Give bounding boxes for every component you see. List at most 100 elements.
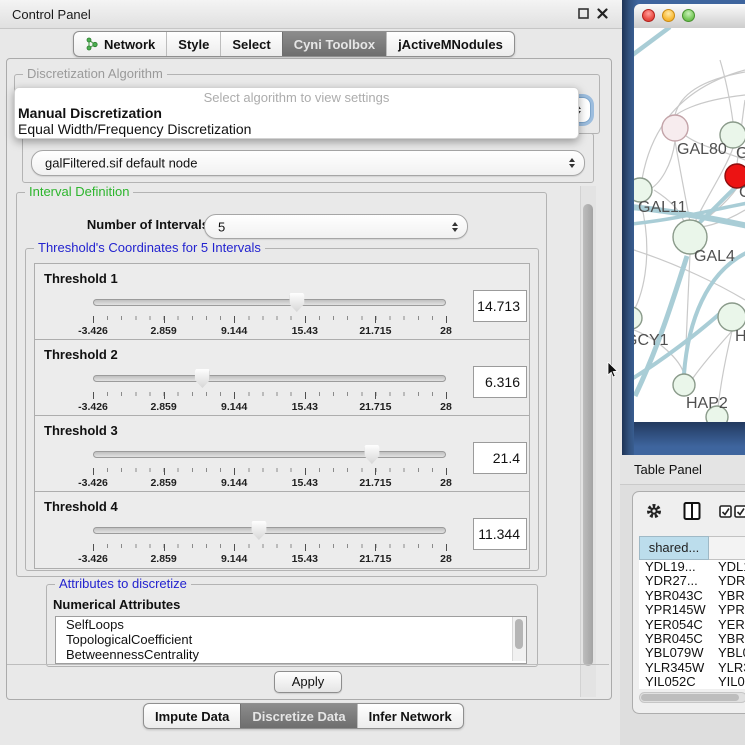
tab-discretize-data[interactable]: Discretize Data — [240, 704, 356, 728]
threshold-3-slider[interactable]: -3.4262.8599.14415.4321.71528 — [93, 444, 446, 490]
tab-network[interactable]: Network — [74, 32, 166, 56]
control-panel-titlebar: Control Panel — [0, 0, 622, 29]
table-row[interactable]: YIL052CYIL0 — [639, 675, 745, 689]
threshold-1-label: Threshold 1 — [44, 271, 118, 286]
label-gcy1: GCY1 — [634, 332, 669, 349]
threshold-3-slider-track[interactable] — [93, 451, 446, 458]
threshold-4-tick-marks — [93, 544, 447, 548]
table-row[interactable]: YDL19...YDL1 — [639, 560, 745, 574]
attributes-list-scrollbar[interactable] — [512, 617, 526, 661]
table-row[interactable]: YLR345WYLR3 — [639, 661, 745, 675]
tab-cyni-toolbox-label: Cyni Toolbox — [294, 37, 375, 52]
column-header-shared-name[interactable]: shared... — [639, 536, 709, 560]
tab-style-label: Style — [178, 37, 209, 52]
threshold-4-slider-thumb[interactable] — [251, 521, 266, 540]
tab-impute-data[interactable]: Impute Data — [144, 704, 240, 728]
threshold-3-slider-thumb[interactable] — [364, 445, 379, 464]
threshold-1-slider[interactable]: -3.4262.8599.14415.4321.71528 — [93, 292, 446, 338]
node-table-card: shared... n YDL19...YDL1 YDR27...YDR2 YB… — [632, 491, 745, 714]
network-window-frame-bottom — [634, 422, 745, 455]
table-horizontal-scrollbar-thumb[interactable] — [641, 694, 739, 701]
table-row[interactable]: YBR043CYBR0 — [639, 589, 745, 603]
attributes-list-scrollbar-thumb[interactable] — [515, 619, 523, 649]
threshold-3-panel: Threshold 3 -3.4262.8599.14415.4321.7152… — [34, 415, 530, 493]
gear-icon[interactable] — [645, 502, 663, 520]
settings-scrollbar[interactable] — [580, 186, 596, 697]
tab-network-label: Network — [104, 37, 155, 52]
table-data-combobox[interactable]: galFiltered.sif default node — [31, 150, 585, 176]
threshold-4-value-field[interactable] — [473, 518, 527, 550]
table-row[interactable]: YBR045CYBR0 — [639, 632, 745, 646]
list-item-selfloops[interactable]: SelfLoops — [56, 617, 526, 632]
algorithm-dropdown-popup: Select algorithm to view settings Manual… — [14, 87, 579, 139]
numerical-attributes-list[interactable]: SelfLoops TopologicalCoefficient Between… — [55, 616, 527, 664]
threshold-2-panel: Threshold 2 -3.4262.8599.14415.4321.7152… — [34, 339, 530, 417]
close-icon[interactable] — [597, 8, 608, 19]
threshold-2-slider-track[interactable] — [93, 375, 446, 382]
label-partial-h: H — [735, 328, 745, 345]
interval-definition-title: Interval Definition — [25, 185, 133, 199]
tab-infer-network-label: Infer Network — [369, 709, 452, 724]
network-window-titlebar — [634, 4, 745, 29]
threshold-1-panel: Threshold 1 -3.4262.8599.14415.4321.7152… — [34, 263, 530, 341]
close-traffic-light[interactable] — [642, 9, 655, 22]
popup-item-equal-width-frequency[interactable]: Equal Width/Frequency Discretization — [15, 121, 578, 137]
list-item-topologicalcoefficient[interactable]: TopologicalCoefficient — [56, 632, 526, 647]
threshold-2-value-field[interactable] — [473, 366, 527, 398]
label-gal80: GAL80 — [677, 141, 727, 158]
threshold-1-slider-track[interactable] — [93, 299, 446, 306]
numerical-attributes-label: Numerical Attributes — [53, 597, 180, 612]
panel-title: Control Panel — [12, 7, 91, 22]
apply-button[interactable]: Apply — [274, 671, 342, 693]
select-all-checkbox-icon[interactable] — [734, 505, 745, 518]
minimize-traffic-light[interactable] — [662, 9, 675, 22]
tab-jactivemnodules[interactable]: jActiveMNodules — [386, 32, 514, 56]
threshold-3-value-field[interactable] — [473, 442, 527, 474]
threshold-2-slider[interactable]: -3.4262.8599.14415.4321.71528 — [93, 368, 446, 414]
list-item-betweennesscentrality[interactable]: BetweennessCentrality — [56, 647, 526, 662]
tab-select[interactable]: Select — [220, 32, 281, 56]
node-pink — [662, 115, 688, 141]
threshold-4-panel: Threshold 4 -3.4262.8599.14415.4321.7152… — [34, 491, 530, 569]
column-header-name[interactable]: n — [709, 536, 745, 560]
number-of-intervals-combobox[interactable]: 5 — [204, 214, 468, 239]
thresholds-group-title: Threshold's Coordinates for 5 Intervals — [34, 241, 265, 255]
apply-row: Apply — [7, 664, 609, 698]
tab-impute-data-label: Impute Data — [155, 709, 229, 724]
table-row[interactable]: YDR27...YDR2 — [639, 574, 745, 588]
settings-scrollbar-thumb[interactable] — [583, 204, 593, 666]
threshold-4-slider[interactable]: -3.4262.8599.14415.4321.71528 — [93, 520, 446, 566]
split-columns-icon[interactable] — [683, 502, 702, 520]
threshold-2-slider-thumb[interactable] — [195, 369, 210, 388]
threshold-1-value-field[interactable] — [473, 290, 527, 322]
interval-definition-group: Interval Definition Number of Intervals … — [16, 192, 547, 577]
combo-stepper-icon — [452, 222, 458, 232]
network-icon — [85, 37, 99, 51]
tab-style[interactable]: Style — [166, 32, 220, 56]
float-window-icon[interactable] — [578, 8, 589, 19]
network-view-canvas[interactable]: GAL80 G C GAL11 GAL4 GCY1 H HAP2 — [634, 28, 745, 422]
tab-select-label: Select — [232, 37, 270, 52]
threshold-4-slider-track[interactable] — [93, 527, 446, 534]
threshold-2-label: Threshold 2 — [44, 347, 118, 362]
top-tabbar: Network Style Select Cyni Toolbox jActiv… — [73, 31, 515, 57]
table-row[interactable]: YER054CYER0 — [639, 618, 745, 632]
table-row[interactable]: YBL079WYBL0 — [639, 646, 745, 660]
tab-infer-network[interactable]: Infer Network — [357, 704, 463, 728]
threshold-3-tick-marks — [93, 468, 447, 472]
threshold-2-tick-marks — [93, 392, 447, 396]
combo-stepper-icon — [569, 158, 575, 168]
tab-cyni-toolbox[interactable]: Cyni Toolbox — [282, 32, 386, 56]
popup-item-manual-discretization[interactable]: Manual Discretization — [15, 105, 578, 121]
zoom-traffic-light[interactable] — [682, 9, 695, 22]
table-panel-header: Table Panel — [620, 455, 745, 485]
popup-placeholder-item[interactable]: Select algorithm to view settings — [15, 88, 578, 105]
threshold-2-tick-labels: -3.4262.8599.14415.4321.71528 — [93, 401, 446, 413]
label-partial-c: C — [739, 184, 745, 201]
table-horizontal-scrollbar[interactable] — [639, 692, 745, 703]
threshold-1-slider-thumb[interactable] — [289, 293, 304, 312]
select-columns-checkbox-icon[interactable] — [719, 505, 732, 518]
table-row[interactable]: YPR145WYPR1 — [639, 603, 745, 617]
label-partial-g: G — [736, 145, 745, 162]
attributes-group-title: Attributes to discretize — [55, 577, 191, 591]
